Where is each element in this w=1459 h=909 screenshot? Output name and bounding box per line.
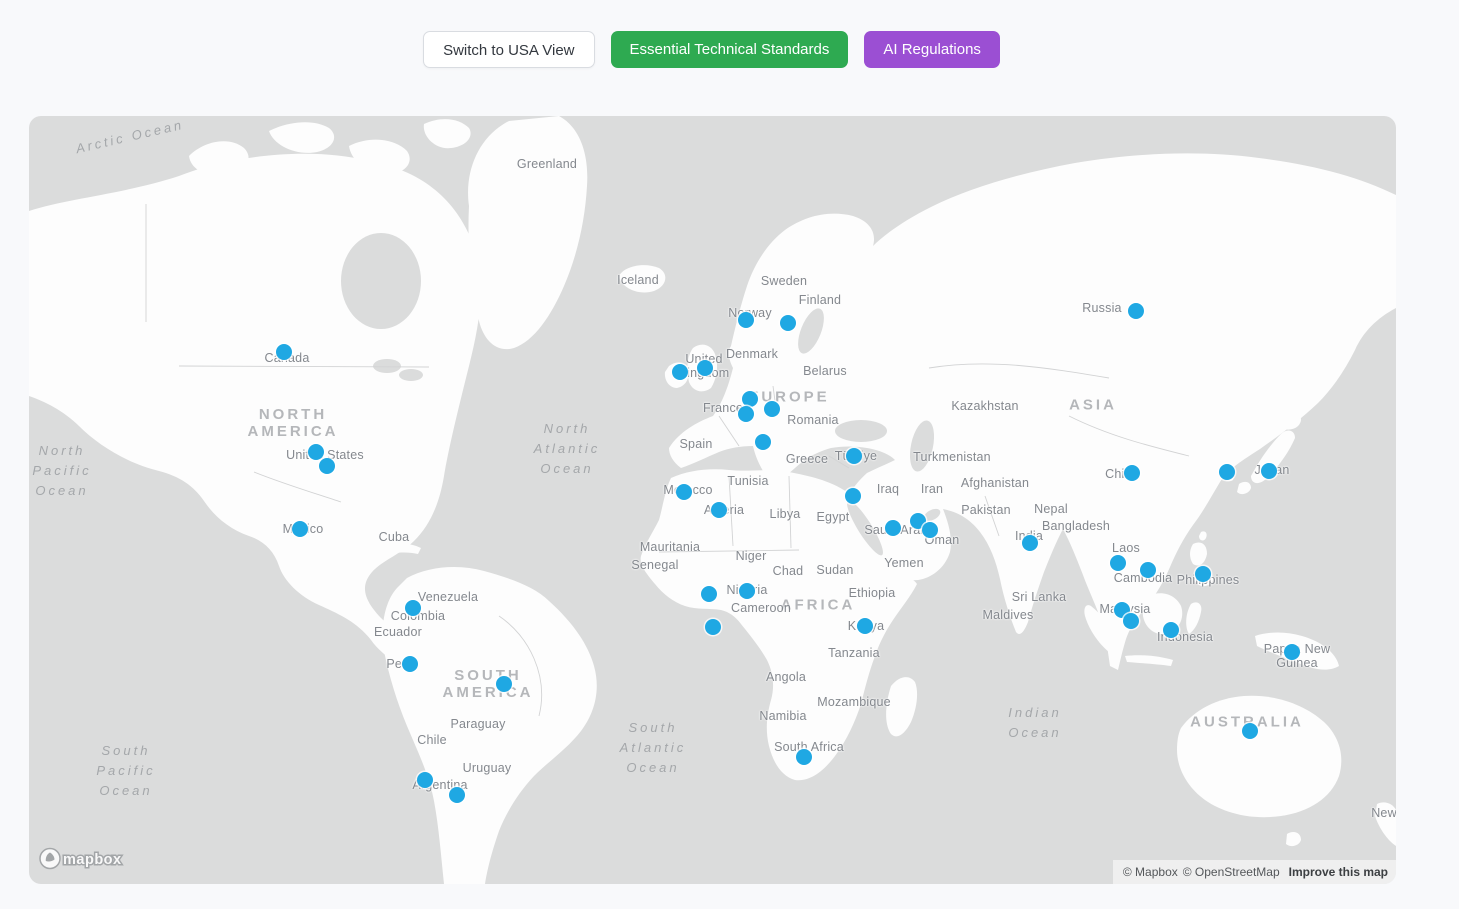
map-marker[interactable] <box>292 521 308 537</box>
map-marker[interactable] <box>711 502 727 518</box>
map-marker[interactable] <box>764 401 780 417</box>
essential-technical-standards-button[interactable]: Essential Technical Standards <box>611 31 849 68</box>
map-marker[interactable] <box>672 364 688 380</box>
map-marker[interactable] <box>780 315 796 331</box>
map-marker[interactable] <box>738 312 754 328</box>
map-marker[interactable] <box>676 484 692 500</box>
map-marker[interactable] <box>1128 303 1144 319</box>
mapbox-logo[interactable]: mapbox <box>39 847 131 875</box>
map-attribution: © Mapbox © OpenStreetMap Improve this ma… <box>1113 860 1396 884</box>
map-marker[interactable] <box>846 448 862 464</box>
map-marker[interactable] <box>885 520 901 536</box>
map-marker[interactable] <box>1124 465 1140 481</box>
map-marker[interactable] <box>276 344 292 360</box>
map-marker[interactable] <box>1261 463 1277 479</box>
map-marker[interactable] <box>1284 644 1300 660</box>
map-marker[interactable] <box>1110 555 1126 571</box>
map-marker[interactable] <box>1140 562 1156 578</box>
map-marker[interactable] <box>405 600 421 616</box>
ai-regulations-button[interactable]: AI Regulations <box>864 31 1000 68</box>
map-marker[interactable] <box>922 522 938 538</box>
map-marker[interactable] <box>1195 566 1211 582</box>
mapbox-attribution-link[interactable]: © Mapbox <box>1123 865 1178 879</box>
map-marker[interactable] <box>1022 535 1038 551</box>
map-marker[interactable] <box>738 406 754 422</box>
map-marker[interactable] <box>697 360 713 376</box>
map-marker[interactable] <box>308 444 324 460</box>
map-marker[interactable] <box>755 434 771 450</box>
map-marker[interactable] <box>449 787 465 803</box>
map-marker[interactable] <box>417 772 433 788</box>
map-marker[interactable] <box>1242 723 1258 739</box>
map-marker[interactable] <box>739 583 755 599</box>
switch-usa-view-button[interactable]: Switch to USA View <box>423 31 594 68</box>
improve-this-map-link[interactable]: Improve this map <box>1289 865 1388 879</box>
map-marker[interactable] <box>845 488 861 504</box>
map-marker[interactable] <box>402 656 418 672</box>
map-marker[interactable] <box>701 586 717 602</box>
map-marker[interactable] <box>496 676 512 692</box>
map-markers-layer <box>29 116 1396 884</box>
map-marker[interactable] <box>742 391 758 407</box>
map-marker[interactable] <box>1219 464 1235 480</box>
map-marker[interactable] <box>1163 622 1179 638</box>
map-marker[interactable] <box>796 749 812 765</box>
openstreetmap-attribution-link[interactable]: © OpenStreetMap <box>1183 865 1280 879</box>
mapbox-logo-text: mapbox <box>63 852 122 868</box>
map-marker[interactable] <box>319 458 335 474</box>
map-marker[interactable] <box>705 619 721 635</box>
map-marker[interactable] <box>857 618 873 634</box>
map-marker[interactable] <box>1123 613 1139 629</box>
toolbar: Switch to USA View Essential Technical S… <box>0 31 1441 68</box>
world-map[interactable]: Arctic OceanGreenlandIcelandNORTH AMERIC… <box>29 116 1396 884</box>
